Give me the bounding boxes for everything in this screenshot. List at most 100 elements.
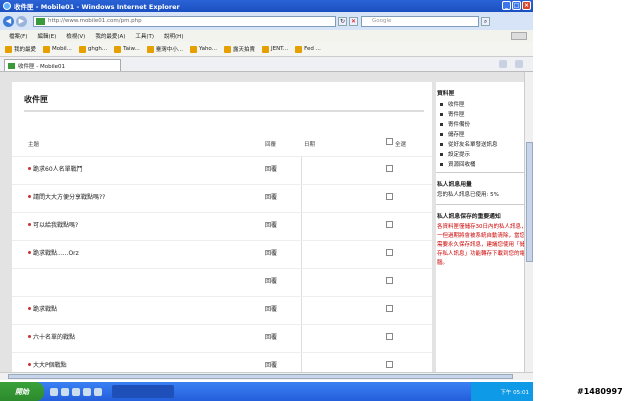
minimize-button[interactable]: _ [502,1,511,10]
stop-icon[interactable]: ✕ [349,16,358,26]
ie-logo-icon [3,2,11,10]
menu-view[interactable]: 檢視(V) [66,32,85,40]
menu-tools[interactable]: 工具(T) [135,32,154,40]
sidebar-item-send-from-friends[interactable]: 從好友名單發送訊息 [440,140,528,148]
favorite-link[interactable]: JENT... [261,45,288,53]
sidebar-item-sent[interactable]: 寄件備份 [440,120,528,128]
favorite-link[interactable]: Mobil... [43,45,72,53]
menu-bar: 檔案(F) 編輯(E) 檢視(V) 我的最愛(A) 工具(T) 說明(H) [0,30,533,42]
table-row[interactable]: 可以給我戰點嗎? 回覆 [12,212,432,240]
quick-launch-icon[interactable] [50,387,58,396]
usage-title: 私人訊息用量 [437,182,472,188]
scroll-thumb[interactable] [526,142,533,262]
inbox-panel: 收件匣 主題 回覆 日期 全選 跪求60人名單戰鬥 回覆 請問大大方便分享戰點嗎?… [12,82,432,372]
message-subject[interactable]: 六十名單的戰點 [33,332,75,341]
bullet-icon [28,195,31,198]
menu-favorites[interactable]: 我的最愛(A) [95,32,125,40]
search-placeholder: Google [372,18,392,24]
message-subject[interactable]: 跪求戰點......Orz [33,248,79,257]
system-tray: 下午 05:01 [471,382,533,401]
favorite-label: ghgh... [87,46,108,52]
sidebar-item-trash[interactable]: 資源回收桶 [440,160,528,168]
table-row[interactable]: 回覆 [12,268,432,296]
message-checkbox[interactable] [386,193,393,200]
message-status: 回覆 [265,194,278,201]
refresh-icon[interactable]: ↻ [338,16,347,26]
table-row[interactable]: 跪求戰點......Orz 回覆 [12,240,432,268]
message-checkbox[interactable] [386,165,393,172]
search-icon[interactable]: ⌕ [481,16,490,26]
sidebar-item-notification-settings[interactable]: 設定提示 [440,150,528,158]
favorite-link[interactable]: 臺灣中小... [146,45,183,53]
message-subject[interactable]: 可以給我戰點嗎? [33,220,78,229]
quick-launch-icon[interactable] [61,387,69,396]
quick-launch-icon[interactable] [94,387,102,396]
message-subject[interactable]: 跪求戰點 [33,304,57,313]
start-button[interactable]: 開始 [0,382,44,401]
message-subject[interactable]: 跪求60人名單戰鬥 [33,164,83,173]
taskbar-window-item[interactable] [112,385,174,398]
window-titlebar: 收件匣 - Mobile01 - Windows Internet Explor… [0,0,533,12]
sidebar-item-inbox[interactable]: 收件匣 [440,100,528,108]
favorite-link[interactable]: Fed ... [295,45,321,53]
toolbar-options-icon[interactable] [511,32,527,40]
taskbar: 開始 下午 05:01 [0,382,533,401]
quick-launch-icon[interactable] [72,387,80,396]
maximize-button[interactable]: □ [512,1,521,10]
favorites-button[interactable]: 我的最愛 [5,45,36,53]
select-all-checkbox[interactable] [386,138,393,145]
favorite-link[interactable]: Yaho... [189,45,217,53]
favorite-icon [261,45,269,53]
usage-text: 您的私人訊息已使用: 5% [437,192,499,198]
divider [436,204,528,205]
back-button[interactable]: ◀ [3,15,14,27]
table-row[interactable]: 大大P個戰點 回覆 [12,352,432,372]
message-checkbox[interactable] [386,305,393,312]
message-checkbox[interactable] [386,277,393,284]
home-icon[interactable] [499,59,507,68]
favorite-icon [295,45,303,53]
favorite-label: Fed ... [304,46,321,52]
table-header: 主題 回覆 日期 全選 [12,138,432,150]
star-icon [5,45,12,53]
horizontal-scrollbar[interactable] [0,372,533,380]
table-row[interactable]: 跪求60人名單戰鬥 回覆 [12,156,432,184]
favorite-label: 露天拍賣 [232,47,255,53]
scroll-thumb[interactable] [8,374,513,379]
table-row[interactable]: 六十名單的戰點 回覆 [12,324,432,352]
message-checkbox[interactable] [386,221,393,228]
search-input[interactable]: Google [361,15,479,27]
message-status: 回覆 [265,222,278,229]
sidebar-item-outbox[interactable]: 寄件匣 [440,110,528,118]
tools-icon[interactable] [515,59,523,68]
clock: 下午 05:01 [500,389,529,396]
forward-button[interactable]: ▶ [16,15,27,27]
sidebar-item-saved[interactable]: 儲存匣 [440,130,528,138]
menu-edit[interactable]: 編輯(E) [37,32,56,40]
select-all-label: 全選 [395,142,407,148]
menu-file[interactable]: 檔案(F) [9,32,27,40]
message-status: 回覆 [265,250,278,257]
notice-text: 各資料匣僅儲存30日內的私人訊息，一但過期將會被系統自動清除，當您需要永久保存訊… [437,224,527,266]
quick-launch-icon[interactable] [83,387,91,396]
menu-help[interactable]: 說明(H) [164,32,183,40]
message-subject[interactable]: 大大P個戰點 [33,360,67,369]
message-checkbox[interactable] [386,361,393,368]
message-checkbox[interactable] [386,333,393,340]
favorite-link[interactable]: ghgh... [78,45,108,53]
favorite-link[interactable]: Taiw... [114,45,140,53]
address-toolbar: ◀ ▶ http://www.mobile01.com/pm.php ↻ ✕ G… [0,12,533,30]
page-icon [8,62,15,69]
close-button[interactable]: × [522,1,531,10]
table-row[interactable]: 請問大大方便分享戰點嗎?? 回覆 [12,184,432,212]
table-row[interactable]: 跪求戰點 回覆 [12,296,432,324]
message-subject[interactable]: 請問大大方便分享戰點嗎?? [33,192,105,201]
favorite-icon [114,45,122,53]
divider [24,110,424,112]
address-field[interactable]: http://www.mobile01.com/pm.php [33,15,336,27]
vertical-scrollbar[interactable] [524,72,533,374]
favorite-link[interactable]: 露天拍賣 [223,45,255,53]
message-checkbox[interactable] [386,249,393,256]
tab-inbox[interactable]: 收件匣 - Mobile01 [4,59,121,71]
favorites-bar: 我的最愛 Mobil... ghgh... Taiw... 臺灣中小... Ya… [0,42,533,57]
